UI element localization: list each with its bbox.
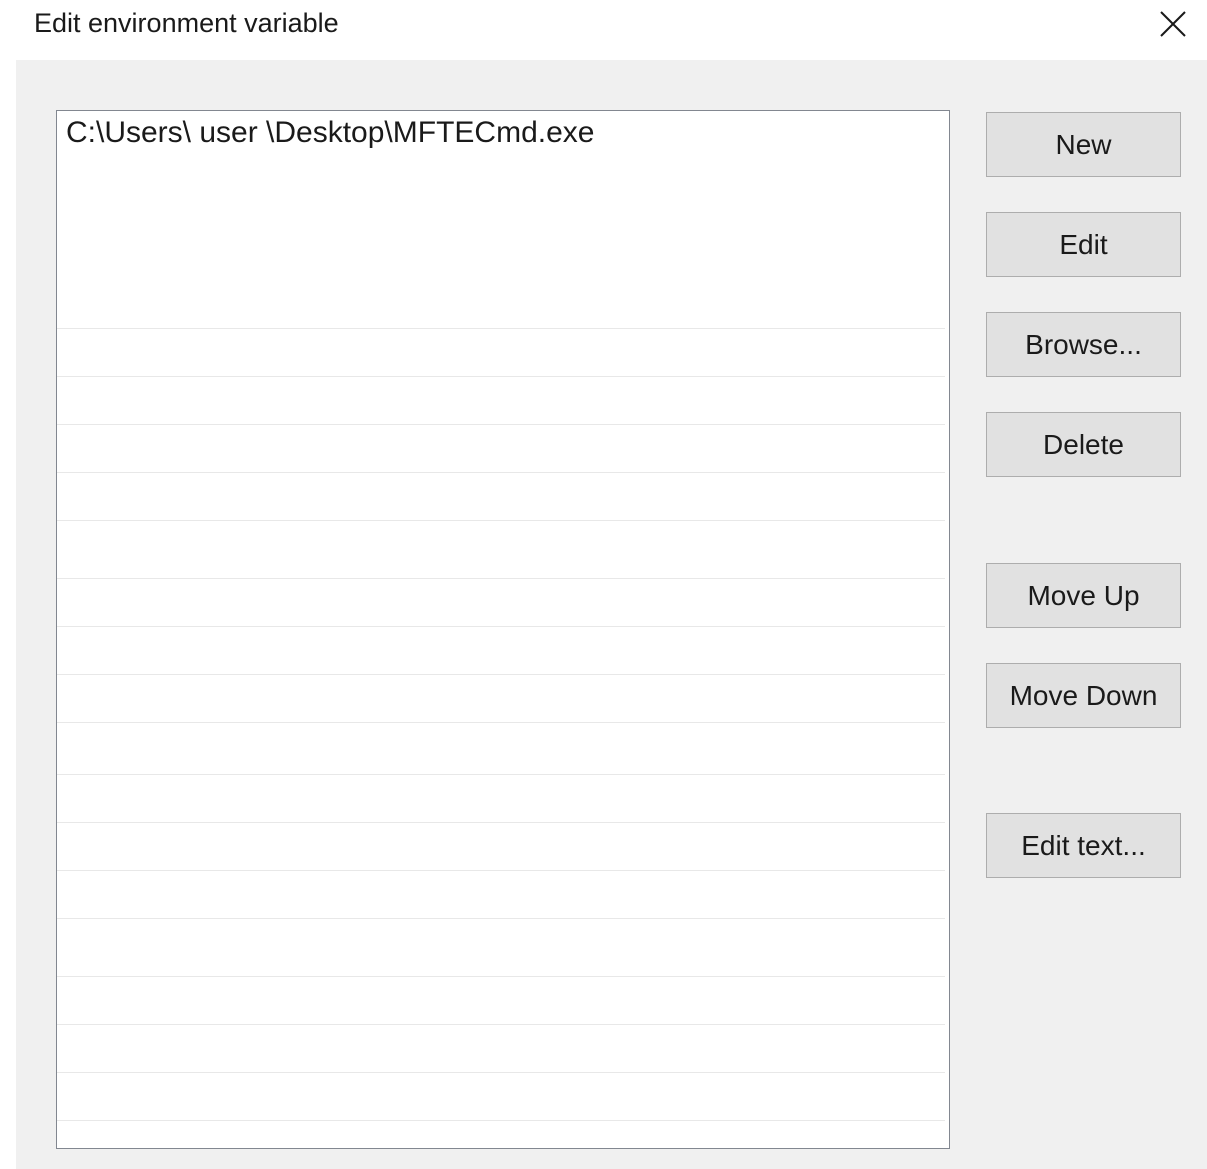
close-button[interactable] xyxy=(1152,4,1194,44)
close-icon xyxy=(1160,11,1186,37)
list-row-empty[interactable] xyxy=(57,1073,945,1121)
list-row-empty[interactable] xyxy=(57,531,945,579)
delete-button[interactable]: Delete xyxy=(986,412,1181,477)
edit-text-button[interactable]: Edit text... xyxy=(986,813,1181,878)
list-row-empty[interactable] xyxy=(57,871,945,919)
title-bar: Edit environment variable xyxy=(0,0,1207,58)
list-row-empty[interactable] xyxy=(57,929,945,977)
list-row-empty[interactable] xyxy=(57,425,945,473)
list-row-empty[interactable] xyxy=(57,823,945,871)
move-down-button[interactable]: Move Down xyxy=(986,663,1181,728)
list-item-text: C:\Users\ user \Desktop\MFTECmd.exe xyxy=(66,116,595,149)
list-row-empty[interactable] xyxy=(57,775,945,823)
list-row-empty[interactable] xyxy=(57,977,945,1025)
list-row-empty[interactable] xyxy=(57,377,945,425)
list-row-empty[interactable] xyxy=(57,281,945,329)
new-button[interactable]: New xyxy=(986,112,1181,177)
browse-button[interactable]: Browse... xyxy=(986,312,1181,377)
edit-button[interactable]: Edit xyxy=(986,212,1181,277)
list-row-empty[interactable] xyxy=(57,727,945,775)
list-row-empty[interactable] xyxy=(57,675,945,723)
list-row-empty[interactable] xyxy=(57,1025,945,1073)
move-up-button[interactable]: Move Up xyxy=(986,563,1181,628)
list-row-empty[interactable] xyxy=(57,579,945,627)
list-row-empty[interactable] xyxy=(57,627,945,675)
window-title: Edit environment variable xyxy=(34,8,339,38)
list-row-empty[interactable] xyxy=(57,473,945,521)
path-list[interactable]: C:\Users\ user \Desktop\MFTECmd.exe xyxy=(56,110,950,1149)
list-row-empty[interactable] xyxy=(57,329,945,377)
